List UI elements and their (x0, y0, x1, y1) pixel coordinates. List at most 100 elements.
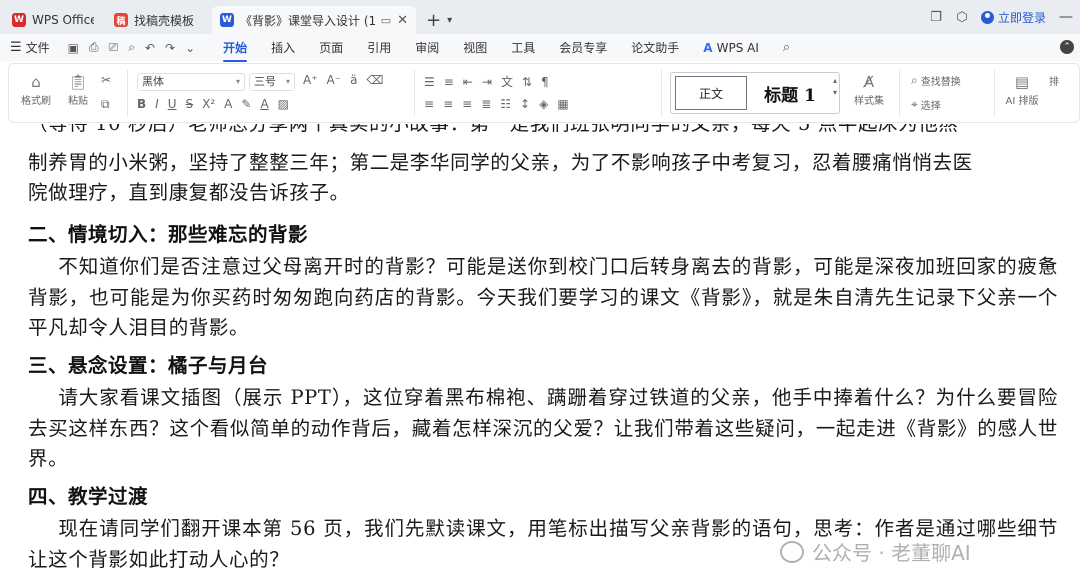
tab-view[interactable]: 视图 (463, 39, 487, 56)
wps-ai-icon: A (703, 40, 713, 55)
tab-insert[interactable]: 插入 (271, 39, 295, 56)
tab-bar: W WPS Office 稿 找稿壳模板 W 《背影》课堂导入设计 (1).do… (0, 0, 1080, 34)
minimize-icon[interactable]: — (1052, 9, 1080, 25)
document-canvas[interactable]: （等待 10 秒后）老师总分享两个真实的小故事：第一是我们班张明同学的父亲，每天… (0, 124, 1080, 585)
restore-window-icon[interactable]: ❐ (923, 10, 949, 25)
tab-review[interactable]: 审阅 (415, 39, 439, 56)
phonetic-icon[interactable]: ä (350, 73, 357, 87)
paragraph-tools: ☰ ≡ ⇤ ⇥ 文 ⇅ ¶ (424, 73, 558, 90)
print-icon[interactable]: ⎚ (109, 40, 119, 55)
strikethrough-icon[interactable]: S̶ (186, 97, 194, 111)
section-heading: 三、悬念设置：橘子与月台 (28, 354, 269, 377)
justify-icon[interactable]: ≣ (481, 97, 491, 111)
line-spacing-icon[interactable]: ↕ (520, 97, 530, 111)
tab-wps-ai[interactable]: A WPS AI (703, 41, 759, 55)
tab-tools[interactable]: 工具 (511, 39, 535, 56)
tab-member[interactable]: 会员专享 (559, 39, 607, 56)
font-name-select[interactable]: 黑体 ▾ (137, 73, 245, 91)
shrink-font-icon[interactable]: A⁻ (327, 73, 342, 87)
align-right-icon[interactable]: ≡ (462, 97, 472, 111)
chinese-layout-icon[interactable]: 文 (501, 73, 513, 90)
save-icon[interactable]: ▣ (68, 41, 79, 55)
grow-font-icon[interactable]: A⁺ (303, 73, 318, 87)
copy-icon[interactable]: ⧉ (101, 97, 110, 112)
text-line: 院做理疗，直到康复都没告诉孩子。 (28, 181, 350, 204)
superscript-icon[interactable]: X² (202, 97, 215, 111)
new-tab-button[interactable]: + (426, 6, 441, 34)
ribbon-home: ⌂ 格式刷 📋︎ 粘贴 ✂ ⧉ 黑体 ▾ 三号 ▾ A⁺ A⁻ ä ⌫ B I … (8, 63, 1080, 123)
quick-access-dropdown-icon[interactable]: ⌄ (185, 41, 195, 55)
tab-references[interactable]: 引用 (367, 39, 391, 56)
tab-home[interactable]: 开始 (223, 39, 248, 62)
print-preview-icon[interactable]: ⌕ (128, 40, 135, 55)
undo-icon[interactable]: ↶ (145, 41, 155, 55)
tab-thesis-assistant[interactable]: 论文助手 (631, 39, 679, 56)
paste-button[interactable]: 📋︎ 粘贴 (61, 72, 95, 107)
close-tab-icon[interactable]: ✕ (397, 13, 408, 28)
highlight-icon[interactable]: ✎ (241, 97, 251, 111)
tab-document[interactable]: W 《背影》课堂导入设计 (1).do ▭ ✕ (212, 6, 416, 34)
tab-template[interactable]: 稿 找稿壳模板 (106, 6, 208, 34)
section-heading: 四、教学过渡 (28, 485, 149, 508)
tab-label: 《背影》课堂导入设计 (1).do (240, 13, 377, 28)
find-replace-button[interactable]: ⌕ 查找替换 (911, 73, 970, 88)
cube-icon[interactable]: ⬡ (949, 10, 975, 25)
format-painter-label: 格式刷 (21, 96, 51, 107)
style-set-icon: A̸ (863, 73, 875, 91)
italic-icon[interactable]: I (155, 97, 159, 111)
align-left-icon[interactable]: ≡ (424, 97, 434, 111)
style-normal-button[interactable]: 正文 (675, 76, 747, 110)
file-menu[interactable]: ☰ 文件 (10, 39, 50, 56)
font-name-value: 黑体 (142, 75, 164, 88)
paste-label: 粘贴 (68, 96, 88, 107)
tab-list-dropdown-icon[interactable]: ▾ (447, 6, 452, 34)
collapse-ribbon-icon[interactable]: ⌃ (1060, 40, 1074, 54)
quick-access-toolbar: ▣ ⎙ ⎚ ⌕ ↶ ↷ ⌄ (68, 40, 205, 55)
tab-page[interactable]: 页面 (319, 39, 343, 56)
template-icon: 稿 (114, 13, 128, 27)
shading-icon[interactable]: ◈ (539, 97, 548, 111)
align-center-icon[interactable]: ≡ (443, 97, 453, 111)
increase-indent-icon[interactable]: ⇥ (482, 75, 492, 89)
font-size-value: 三号 (254, 75, 276, 88)
wechat-logo-icon (780, 540, 804, 563)
text-effect-icon[interactable]: A (224, 97, 232, 111)
select-button[interactable]: ⌖ 选择 (911, 97, 950, 112)
clear-format-icon[interactable]: ⌫ (366, 73, 383, 87)
font-size-select[interactable]: 三号 ▾ (249, 73, 295, 91)
export-pdf-icon[interactable]: ⎙ (89, 40, 99, 55)
separator (661, 70, 662, 116)
char-shading-icon[interactable]: ▨ (278, 97, 289, 111)
ai-layout-button[interactable]: ▤ AI 排版 (999, 72, 1045, 107)
cut-icon[interactable]: ✂ (101, 73, 111, 87)
style-set-button[interactable]: A̸ 样式集 (847, 72, 891, 107)
tab-wps-office[interactable]: W WPS Office (4, 6, 102, 34)
sort-icon[interactable]: ⇅ (522, 75, 532, 89)
window-controls: ❐ ⬡ 立即登录 — (923, 0, 1080, 34)
format-painter-button[interactable]: ⌂ 格式刷 (19, 72, 53, 107)
login-button[interactable]: 立即登录 (980, 9, 1046, 26)
search-icon[interactable]: ⌕ (783, 40, 790, 55)
bold-icon[interactable]: B (137, 97, 146, 111)
bullet-list-icon[interactable]: ☰ (424, 75, 435, 89)
chevron-down-icon: ▾ (235, 77, 240, 86)
distributed-icon[interactable]: ☷ (500, 97, 511, 111)
layout-more-button[interactable]: 排 (1049, 73, 1068, 88)
style-heading1-button[interactable]: 标题 1 (755, 76, 825, 110)
border-icon[interactable]: ▦ (557, 97, 568, 111)
style-scroll-controls[interactable]: ▴ ▾ (833, 75, 837, 99)
paragraph-text: 请大家看课文插图（展示 PPT），这位穿着黑布棉袍、蹒跚着穿过铁道的父亲，他手中… (28, 386, 1058, 470)
clipboard-small-tools: ✂ (101, 73, 120, 87)
monitor-icon[interactable]: ▭ (381, 14, 391, 27)
section-heading: 二、情境切入：那些难忘的背影 (28, 223, 309, 246)
underline-icon[interactable]: U (168, 97, 177, 111)
font-color-icon[interactable]: A (260, 97, 268, 111)
show-marks-icon[interactable]: ¶ (541, 75, 549, 89)
ribbon-tabs: 开始 插入 页面 引用 审阅 视图 工具 会员专享 论文助手 A WPS AI … (211, 39, 790, 62)
tab-label: WPS Office (32, 13, 94, 27)
redo-icon[interactable]: ↷ (165, 41, 175, 55)
separator (994, 70, 995, 116)
partial-line: （等待 10 秒后）老师总分享两个真实的小故事：第一是我们班张明同学的父亲，每天… (28, 124, 959, 135)
decrease-indent-icon[interactable]: ⇤ (463, 75, 473, 89)
numbered-list-icon[interactable]: ≡ (444, 75, 454, 89)
